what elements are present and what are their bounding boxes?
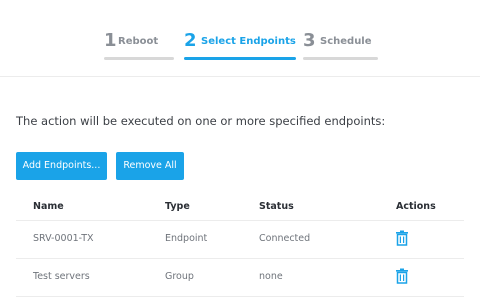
table-header: Name Type Status Actions — [16, 196, 464, 220]
table-row[interactable]: Test servers Group none — [16, 259, 464, 297]
divider — [0, 76, 480, 77]
step-label: Schedule — [320, 36, 372, 47]
step-progress-bar — [303, 57, 378, 60]
trash-icon[interactable] — [395, 230, 409, 246]
remove-all-button[interactable]: Remove All — [116, 152, 184, 180]
cell-status: Connected — [259, 233, 311, 244]
step-number: 1 — [104, 30, 117, 51]
step-progress-bar — [184, 57, 296, 60]
endpoints-table: Name Type Status Actions SRV-0001-TX End… — [16, 196, 464, 297]
step-label: Reboot — [118, 36, 159, 47]
step-progress-bar — [104, 57, 174, 60]
column-header-type[interactable]: Type — [165, 201, 190, 212]
intro-text: The action will be executed on one or mo… — [16, 114, 386, 128]
cell-status: none — [259, 271, 283, 282]
table-row[interactable]: SRV-0001-TX Endpoint Connected — [16, 220, 464, 259]
cell-type: Endpoint — [165, 233, 208, 244]
page: 1 Reboot 2 Select Endpoints 3 Schedule T… — [0, 0, 480, 307]
column-header-actions: Actions — [396, 201, 436, 212]
cell-name: SRV-0001-TX — [33, 233, 94, 244]
column-header-status[interactable]: Status — [259, 201, 294, 212]
add-endpoints-button[interactable]: Add Endpoints... — [16, 152, 107, 180]
column-header-name[interactable]: Name — [33, 201, 64, 212]
step-number: 3 — [303, 30, 316, 51]
step-label: Select Endpoints — [201, 36, 296, 47]
cell-type: Group — [165, 271, 194, 282]
step-number: 2 — [184, 30, 197, 51]
wizard-steps: 1 Reboot 2 Select Endpoints 3 Schedule — [0, 30, 480, 66]
trash-icon[interactable] — [395, 268, 409, 284]
cell-name: Test servers — [33, 271, 90, 282]
